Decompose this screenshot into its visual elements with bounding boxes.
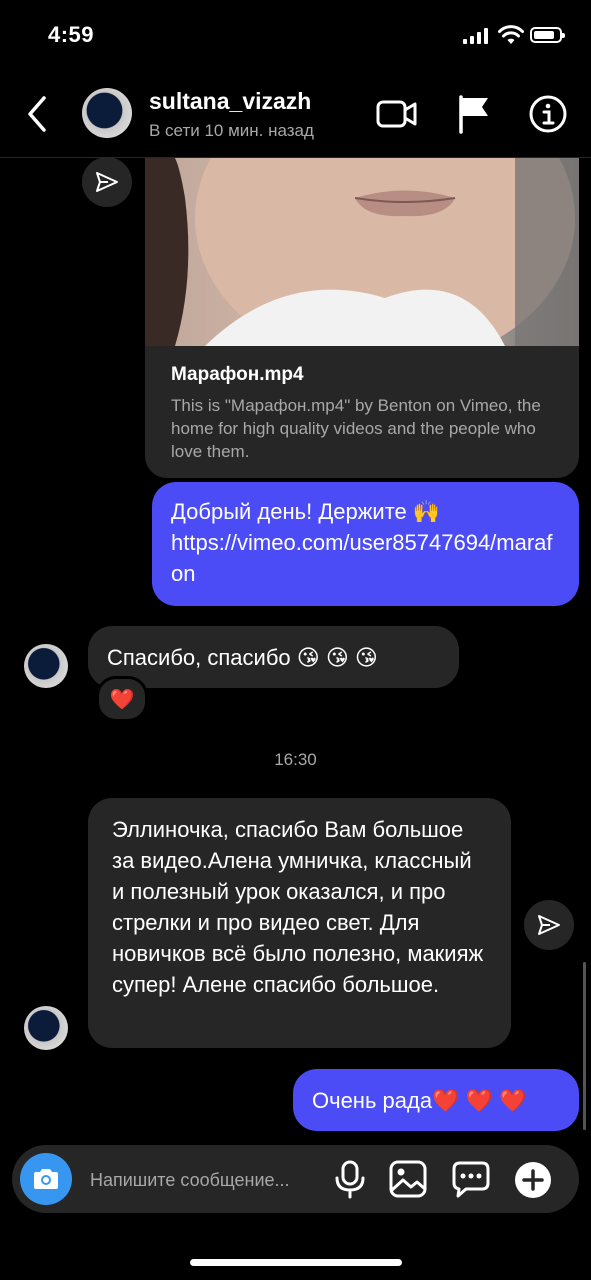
message-composer [12, 1145, 579, 1213]
chat-bubble-icon[interactable] [450, 1159, 492, 1199]
share-button[interactable] [524, 900, 574, 950]
home-indicator[interactable] [190, 1259, 402, 1266]
battery-icon [530, 27, 565, 43]
heart-reaction[interactable]: ❤️ [96, 676, 148, 722]
outgoing-message[interactable]: Добрый день! Держите 🙌 https://vimeo.com… [152, 482, 579, 606]
timestamp: 16:30 [274, 750, 317, 769]
wifi-icon [498, 25, 524, 44]
link-preview-card[interactable]: Марафон.mp4 This is "Марафон.mp4" by Ben… [145, 158, 579, 478]
camera-icon [34, 1169, 58, 1189]
share-button[interactable] [82, 157, 132, 207]
back-chevron-icon[interactable] [22, 94, 52, 134]
video-thumbnail[interactable] [145, 158, 579, 346]
preview-title: Марафон.mp4 [171, 364, 304, 385]
flag-icon[interactable] [456, 94, 492, 134]
scrollbar[interactable] [583, 962, 586, 1130]
video-camera-icon[interactable] [376, 96, 418, 132]
image-icon[interactable] [388, 1159, 428, 1199]
presence-status: В сети 10 мин. назад [149, 121, 314, 140]
sender-avatar[interactable] [24, 644, 68, 688]
sender-avatar[interactable] [24, 1006, 68, 1050]
camera-button[interactable] [20, 1153, 72, 1205]
cellular-signal-icon [463, 28, 489, 44]
message-text: Добрый день! Держите 🙌 [171, 499, 441, 524]
paper-plane-icon [96, 172, 118, 192]
message-link[interactable]: https://vimeo.com/user85747694/marafon [171, 527, 560, 589]
plus-circle-icon[interactable] [512, 1159, 554, 1201]
status-time: 4:59 [48, 22, 95, 47]
paper-plane-icon [538, 915, 560, 935]
message-input[interactable] [88, 1163, 332, 1197]
microphone-icon[interactable] [332, 1159, 368, 1199]
preview-description: This is "Марафон.mp4" by Benton on Vimeo… [171, 396, 541, 461]
header-avatar[interactable] [82, 88, 132, 138]
chat-header: sultana_vizazh В сети 10 мин. назад [0, 70, 591, 158]
incoming-message[interactable]: Спасибо, спасибо 😘 😘 😘 [88, 626, 459, 688]
chat-username[interactable]: sultana_vizazh [149, 88, 311, 115]
outgoing-message[interactable]: Очень рада❤️ ❤️ ❤️ [293, 1069, 579, 1131]
info-icon[interactable] [528, 94, 568, 134]
incoming-message[interactable]: Эллиночка, спасибо Вам большое за видео.… [88, 798, 511, 1048]
